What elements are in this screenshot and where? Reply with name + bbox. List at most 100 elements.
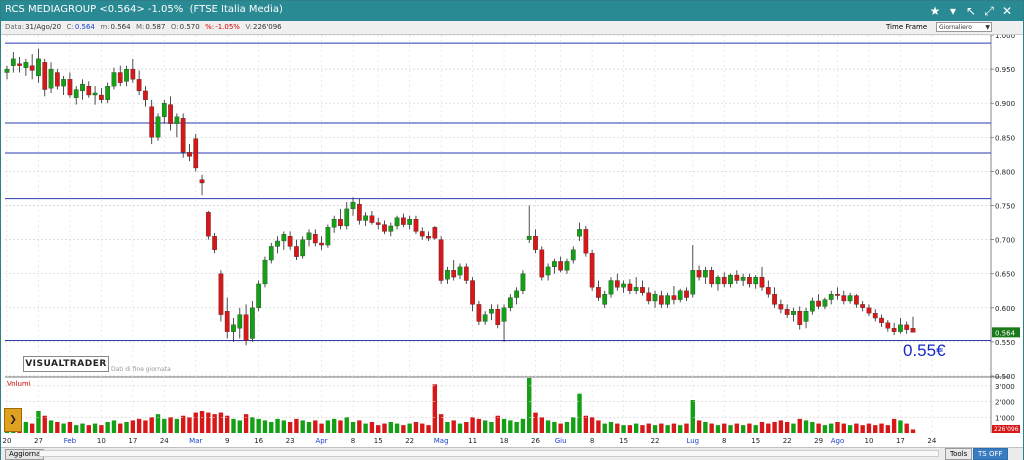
volume-bar — [615, 423, 620, 433]
candle-body — [10, 58, 16, 66]
volume-bar — [879, 423, 884, 433]
volume-bar — [753, 425, 758, 433]
candle-body — [205, 212, 211, 237]
volume-bar — [910, 429, 916, 433]
volume-bar — [797, 418, 802, 433]
candle-body — [432, 227, 438, 239]
candle-body — [671, 295, 677, 300]
horizontal-scrollbar[interactable] — [39, 450, 939, 457]
volume-label: V: — [245, 23, 252, 31]
volume-tick-label: 2'000 — [995, 399, 1015, 407]
candle-body — [42, 62, 48, 90]
price-tick-label: 0.750 — [995, 203, 1015, 211]
volume-bar — [319, 423, 324, 433]
chevron-down-icon: ▼ — [985, 24, 990, 31]
volume-bar — [74, 425, 79, 433]
candle-body — [495, 309, 501, 326]
volume-bar — [722, 423, 727, 433]
volume-bar — [149, 417, 154, 433]
maximize-icon[interactable]: ⤢ — [981, 3, 997, 19]
candle-body — [476, 304, 482, 322]
close-icon[interactable]: ✕ — [999, 3, 1015, 19]
volume-bar — [778, 420, 784, 433]
volume-bar — [571, 417, 576, 433]
candle-body — [520, 273, 526, 291]
candle-body — [243, 314, 249, 341]
volume-bar — [369, 422, 375, 433]
volume-bar — [583, 415, 589, 433]
volume-bar — [325, 420, 331, 433]
volume-bar — [357, 420, 362, 433]
candle-body — [627, 283, 633, 291]
quote-info-bar: Data:31/Ago/20 C:0.564 m:0.564 M:0.587 O… — [1, 21, 1023, 35]
dropdown-icon[interactable]: ▾ — [945, 3, 961, 19]
time-tick-label: Mag — [434, 437, 449, 445]
price-tick-label: 0.800 — [995, 168, 1015, 176]
candle-body — [136, 79, 142, 92]
volume-bar — [42, 415, 47, 433]
pct-value: -1.05% — [215, 23, 240, 31]
candle-body — [690, 270, 696, 295]
candle-body — [445, 270, 450, 280]
candle-body — [149, 106, 155, 138]
volume-bar — [652, 425, 658, 433]
candle-body — [413, 218, 419, 232]
max-label: M: — [136, 23, 145, 31]
candle-body — [250, 307, 255, 339]
time-tick-label: 17 — [128, 437, 137, 445]
candle-body — [187, 152, 192, 157]
time-tick-label: 10 — [864, 437, 873, 445]
candle-body — [463, 266, 469, 281]
volume-bar — [715, 425, 721, 433]
title-bar[interactable]: RCS MEDIAGROUP <0.564> -1.05% (FTSE Ital… — [1, 1, 1023, 21]
max-value: 0.587 — [145, 23, 166, 31]
tools-button[interactable]: Tools — [945, 448, 973, 460]
candle-body — [105, 86, 111, 100]
volume-bar — [470, 417, 475, 433]
volume-bar — [338, 420, 343, 433]
candle-body — [482, 314, 488, 322]
candle-body — [143, 90, 148, 100]
volume-bar — [552, 422, 557, 433]
candle-body — [369, 215, 375, 223]
candle-body — [375, 222, 381, 225]
volume-bar — [784, 422, 790, 433]
candle-body — [331, 218, 337, 228]
ts-off-button[interactable]: TS OFF — [973, 448, 1008, 460]
date-value: 31/Ago/20 — [25, 23, 62, 31]
candle-body — [224, 311, 230, 332]
candle-body — [847, 295, 853, 302]
open-value: 0.570 — [179, 23, 200, 31]
candle-body — [765, 287, 771, 295]
volume-bar — [646, 423, 651, 433]
volume-bar — [508, 420, 513, 433]
time-tick-label: 29 — [814, 437, 823, 445]
timeframe-select[interactable]: Giornaliero ▼ — [936, 22, 992, 32]
volume-bar — [23, 422, 29, 433]
volume-bar — [627, 425, 633, 433]
time-tick-label: 8 — [722, 437, 726, 445]
chart-window: RCS MEDIAGROUP <0.564> -1.05% (FTSE Ital… — [0, 0, 1024, 460]
candle-body — [29, 65, 35, 71]
volume-bar — [640, 425, 645, 433]
star-icon[interactable]: ★ — [927, 3, 943, 19]
candle-body — [772, 294, 777, 305]
volume-bar — [866, 423, 872, 433]
candle-body — [426, 236, 431, 239]
candle-body — [872, 313, 878, 319]
candle-body — [564, 261, 570, 271]
candle-body — [457, 266, 463, 276]
price-chart[interactable]: 0.500 0.550 0.600 0.650 0.700 0.750 0.800 0.850… — [1, 35, 1021, 447]
candle-body — [526, 236, 532, 240]
volume-bar — [306, 422, 312, 433]
volume-bar — [464, 422, 469, 433]
volume-bar — [766, 423, 771, 433]
candle-body — [703, 270, 708, 278]
candle-body — [86, 86, 92, 96]
volume-bar — [520, 418, 526, 433]
side-panel-toggle-icon[interactable]: ❯ — [4, 408, 22, 432]
volume-bar — [36, 411, 41, 433]
volume-bar — [835, 422, 840, 433]
shrink-icon[interactable]: ↖ — [963, 3, 979, 19]
candle-body — [356, 203, 362, 221]
